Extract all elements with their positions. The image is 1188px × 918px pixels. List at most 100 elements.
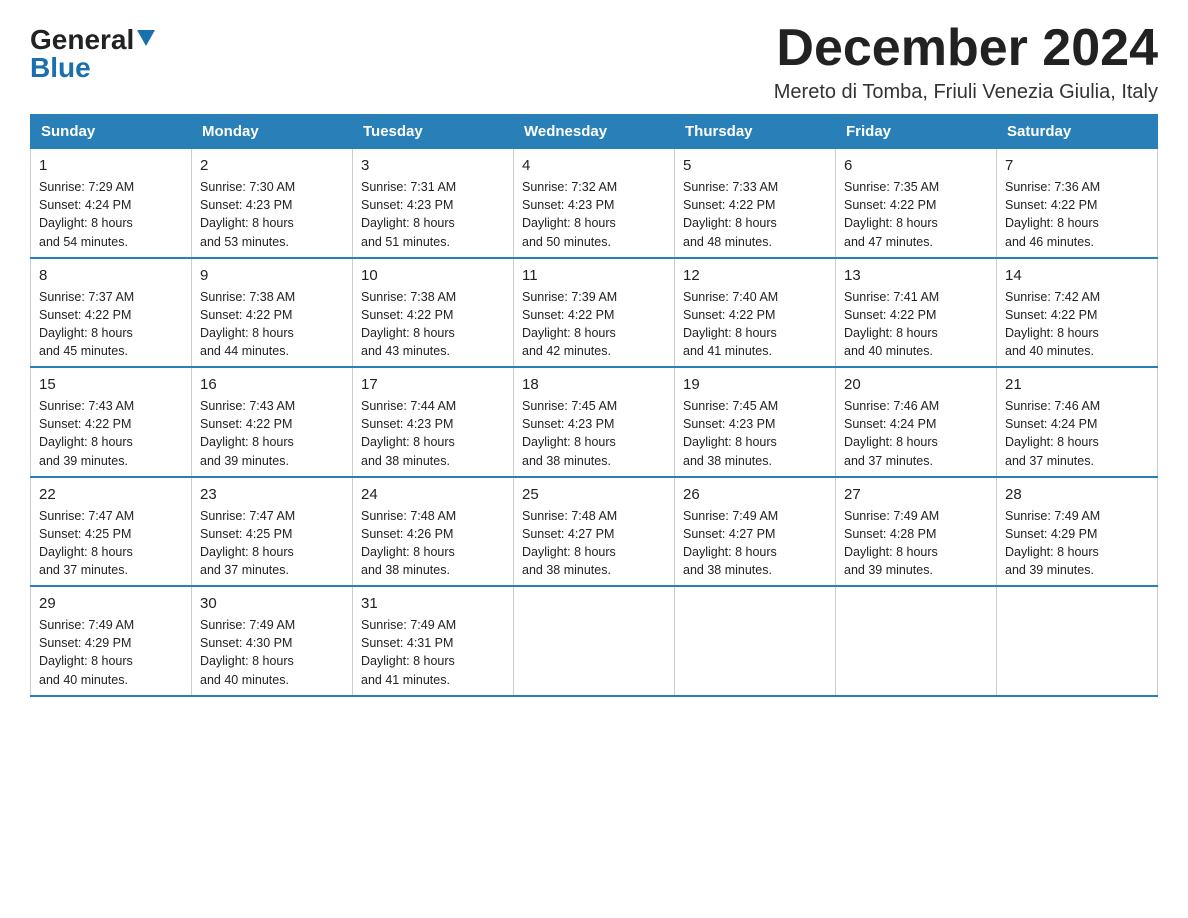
day-info: Sunrise: 7:37 AMSunset: 4:22 PM Daylight…	[39, 288, 183, 361]
day-info: Sunrise: 7:38 AMSunset: 4:22 PM Daylight…	[361, 288, 505, 361]
header-thursday: Thursday	[675, 115, 836, 149]
calendar-cell: 11 Sunrise: 7:39 AMSunset: 4:22 PM Dayli…	[514, 258, 675, 368]
calendar-cell: 2 Sunrise: 7:30 AMSunset: 4:23 PM Daylig…	[192, 149, 353, 258]
day-number: 20	[844, 374, 988, 395]
day-number: 2	[200, 155, 344, 176]
calendar-cell: 18 Sunrise: 7:45 AMSunset: 4:23 PM Dayli…	[514, 367, 675, 477]
calendar-cell: 1 Sunrise: 7:29 AMSunset: 4:24 PM Daylig…	[31, 149, 192, 258]
calendar-cell	[836, 586, 997, 696]
day-number: 19	[683, 374, 827, 395]
day-info: Sunrise: 7:46 AMSunset: 4:24 PM Daylight…	[1005, 397, 1149, 470]
day-info: Sunrise: 7:47 AMSunset: 4:25 PM Daylight…	[200, 507, 344, 580]
calendar-table: Sunday Monday Tuesday Wednesday Thursday…	[30, 114, 1158, 697]
day-info: Sunrise: 7:44 AMSunset: 4:23 PM Daylight…	[361, 397, 505, 470]
day-info: Sunrise: 7:29 AMSunset: 4:24 PM Daylight…	[39, 178, 183, 251]
day-info: Sunrise: 7:48 AMSunset: 4:27 PM Daylight…	[522, 507, 666, 580]
calendar-row: 8 Sunrise: 7:37 AMSunset: 4:22 PM Daylig…	[31, 258, 1158, 368]
day-number: 27	[844, 484, 988, 505]
day-number: 4	[522, 155, 666, 176]
calendar-cell	[514, 586, 675, 696]
day-number: 12	[683, 265, 827, 286]
title-section: December 2024 Mereto di Tomba, Friuli Ve…	[774, 20, 1158, 104]
day-info: Sunrise: 7:32 AMSunset: 4:23 PM Daylight…	[522, 178, 666, 251]
day-number: 26	[683, 484, 827, 505]
calendar-cell: 15 Sunrise: 7:43 AMSunset: 4:22 PM Dayli…	[31, 367, 192, 477]
calendar-cell: 23 Sunrise: 7:47 AMSunset: 4:25 PM Dayli…	[192, 477, 353, 587]
calendar-cell: 30 Sunrise: 7:49 AMSunset: 4:30 PM Dayli…	[192, 586, 353, 696]
day-info: Sunrise: 7:43 AMSunset: 4:22 PM Daylight…	[200, 397, 344, 470]
header-tuesday: Tuesday	[353, 115, 514, 149]
day-info: Sunrise: 7:46 AMSunset: 4:24 PM Daylight…	[844, 397, 988, 470]
calendar-row: 1 Sunrise: 7:29 AMSunset: 4:24 PM Daylig…	[31, 149, 1158, 258]
day-info: Sunrise: 7:35 AMSunset: 4:22 PM Daylight…	[844, 178, 988, 251]
day-info: Sunrise: 7:47 AMSunset: 4:25 PM Daylight…	[39, 507, 183, 580]
calendar-cell: 31 Sunrise: 7:49 AMSunset: 4:31 PM Dayli…	[353, 586, 514, 696]
calendar-cell: 25 Sunrise: 7:48 AMSunset: 4:27 PM Dayli…	[514, 477, 675, 587]
day-number: 6	[844, 155, 988, 176]
calendar-cell: 9 Sunrise: 7:38 AMSunset: 4:22 PM Daylig…	[192, 258, 353, 368]
logo-blue: Blue	[30, 52, 91, 84]
month-title: December 2024	[774, 20, 1158, 77]
calendar-cell: 24 Sunrise: 7:48 AMSunset: 4:26 PM Dayli…	[353, 477, 514, 587]
day-number: 30	[200, 593, 344, 614]
day-info: Sunrise: 7:48 AMSunset: 4:26 PM Daylight…	[361, 507, 505, 580]
calendar-cell: 3 Sunrise: 7:31 AMSunset: 4:23 PM Daylig…	[353, 149, 514, 258]
day-number: 9	[200, 265, 344, 286]
day-number: 22	[39, 484, 183, 505]
day-info: Sunrise: 7:49 AMSunset: 4:28 PM Daylight…	[844, 507, 988, 580]
day-number: 17	[361, 374, 505, 395]
logo-triangle-icon	[137, 30, 155, 46]
calendar-cell: 6 Sunrise: 7:35 AMSunset: 4:22 PM Daylig…	[836, 149, 997, 258]
day-info: Sunrise: 7:39 AMSunset: 4:22 PM Daylight…	[522, 288, 666, 361]
day-info: Sunrise: 7:38 AMSunset: 4:22 PM Daylight…	[200, 288, 344, 361]
day-info: Sunrise: 7:31 AMSunset: 4:23 PM Daylight…	[361, 178, 505, 251]
day-number: 25	[522, 484, 666, 505]
day-number: 11	[522, 265, 666, 286]
calendar-cell: 27 Sunrise: 7:49 AMSunset: 4:28 PM Dayli…	[836, 477, 997, 587]
calendar-cell: 4 Sunrise: 7:32 AMSunset: 4:23 PM Daylig…	[514, 149, 675, 258]
day-info: Sunrise: 7:49 AMSunset: 4:27 PM Daylight…	[683, 507, 827, 580]
calendar-cell: 22 Sunrise: 7:47 AMSunset: 4:25 PM Dayli…	[31, 477, 192, 587]
day-info: Sunrise: 7:49 AMSunset: 4:31 PM Daylight…	[361, 616, 505, 689]
calendar-cell	[675, 586, 836, 696]
calendar-cell: 16 Sunrise: 7:43 AMSunset: 4:22 PM Dayli…	[192, 367, 353, 477]
calendar-cell	[997, 586, 1158, 696]
calendar-cell: 10 Sunrise: 7:38 AMSunset: 4:22 PM Dayli…	[353, 258, 514, 368]
calendar-cell: 21 Sunrise: 7:46 AMSunset: 4:24 PM Dayli…	[997, 367, 1158, 477]
day-info: Sunrise: 7:49 AMSunset: 4:30 PM Daylight…	[200, 616, 344, 689]
day-number: 5	[683, 155, 827, 176]
calendar-cell: 5 Sunrise: 7:33 AMSunset: 4:22 PM Daylig…	[675, 149, 836, 258]
day-number: 28	[1005, 484, 1149, 505]
day-info: Sunrise: 7:36 AMSunset: 4:22 PM Daylight…	[1005, 178, 1149, 251]
location-title: Mereto di Tomba, Friuli Venezia Giulia, …	[774, 81, 1158, 104]
day-number: 13	[844, 265, 988, 286]
day-number: 21	[1005, 374, 1149, 395]
calendar-row: 22 Sunrise: 7:47 AMSunset: 4:25 PM Dayli…	[31, 477, 1158, 587]
page-header: General Blue December 2024 Mereto di Tom…	[30, 20, 1158, 104]
calendar-cell: 8 Sunrise: 7:37 AMSunset: 4:22 PM Daylig…	[31, 258, 192, 368]
day-number: 14	[1005, 265, 1149, 286]
day-info: Sunrise: 7:49 AMSunset: 4:29 PM Daylight…	[39, 616, 183, 689]
header-sunday: Sunday	[31, 115, 192, 149]
calendar-cell: 28 Sunrise: 7:49 AMSunset: 4:29 PM Dayli…	[997, 477, 1158, 587]
day-info: Sunrise: 7:45 AMSunset: 4:23 PM Daylight…	[522, 397, 666, 470]
calendar-cell: 7 Sunrise: 7:36 AMSunset: 4:22 PM Daylig…	[997, 149, 1158, 258]
calendar-cell: 14 Sunrise: 7:42 AMSunset: 4:22 PM Dayli…	[997, 258, 1158, 368]
day-number: 1	[39, 155, 183, 176]
calendar-header: Sunday Monday Tuesday Wednesday Thursday…	[31, 115, 1158, 149]
calendar-row: 15 Sunrise: 7:43 AMSunset: 4:22 PM Dayli…	[31, 367, 1158, 477]
day-info: Sunrise: 7:41 AMSunset: 4:22 PM Daylight…	[844, 288, 988, 361]
day-info: Sunrise: 7:49 AMSunset: 4:29 PM Daylight…	[1005, 507, 1149, 580]
day-number: 16	[200, 374, 344, 395]
day-number: 23	[200, 484, 344, 505]
day-info: Sunrise: 7:30 AMSunset: 4:23 PM Daylight…	[200, 178, 344, 251]
day-number: 29	[39, 593, 183, 614]
day-number: 18	[522, 374, 666, 395]
calendar-body: 1 Sunrise: 7:29 AMSunset: 4:24 PM Daylig…	[31, 149, 1158, 696]
calendar-row: 29 Sunrise: 7:49 AMSunset: 4:29 PM Dayli…	[31, 586, 1158, 696]
day-info: Sunrise: 7:43 AMSunset: 4:22 PM Daylight…	[39, 397, 183, 470]
day-number: 7	[1005, 155, 1149, 176]
calendar-cell: 17 Sunrise: 7:44 AMSunset: 4:23 PM Dayli…	[353, 367, 514, 477]
calendar-cell: 26 Sunrise: 7:49 AMSunset: 4:27 PM Dayli…	[675, 477, 836, 587]
calendar-cell: 12 Sunrise: 7:40 AMSunset: 4:22 PM Dayli…	[675, 258, 836, 368]
